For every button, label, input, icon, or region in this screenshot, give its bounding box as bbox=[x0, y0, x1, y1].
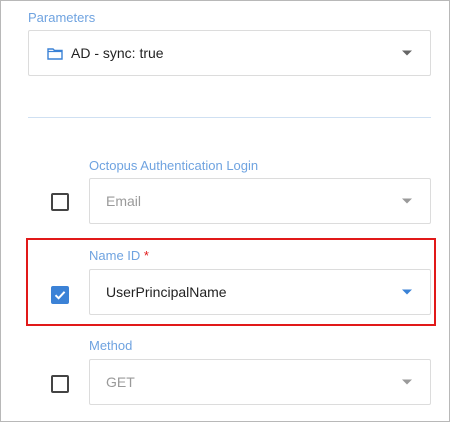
method-value: GET bbox=[106, 374, 135, 390]
name-id-label-row: Name ID * bbox=[89, 248, 149, 263]
method-label: Method bbox=[89, 338, 133, 353]
name-id-select[interactable]: UserPrincipalName bbox=[89, 269, 431, 315]
check-icon bbox=[54, 291, 66, 300]
chevron-down-icon[interactable] bbox=[402, 198, 412, 204]
divider bbox=[28, 117, 431, 118]
settings-panel: Parameters AD - sync: true Octopus Authe… bbox=[0, 0, 450, 422]
parameters-label: Parameters bbox=[28, 10, 96, 25]
chevron-down-icon[interactable] bbox=[402, 289, 412, 295]
parameters-value: AD - sync: true bbox=[71, 45, 164, 61]
name-id-checkbox[interactable] bbox=[51, 286, 69, 304]
folder-icon bbox=[47, 47, 63, 60]
name-id-label: Name ID bbox=[89, 248, 141, 263]
octopus-login-checkbox[interactable] bbox=[51, 193, 69, 211]
name-id-value: UserPrincipalName bbox=[106, 284, 227, 300]
chevron-down-icon[interactable] bbox=[402, 50, 412, 56]
method-select[interactable]: GET bbox=[89, 359, 431, 405]
chevron-down-icon[interactable] bbox=[402, 379, 412, 385]
octopus-login-value: Email bbox=[106, 193, 142, 209]
octopus-login-label: Octopus Authentication Login bbox=[89, 158, 259, 173]
parameters-select[interactable]: AD - sync: true bbox=[28, 30, 431, 76]
method-checkbox[interactable] bbox=[51, 375, 69, 393]
octopus-login-select[interactable]: Email bbox=[89, 178, 431, 224]
required-marker: * bbox=[143, 248, 149, 263]
